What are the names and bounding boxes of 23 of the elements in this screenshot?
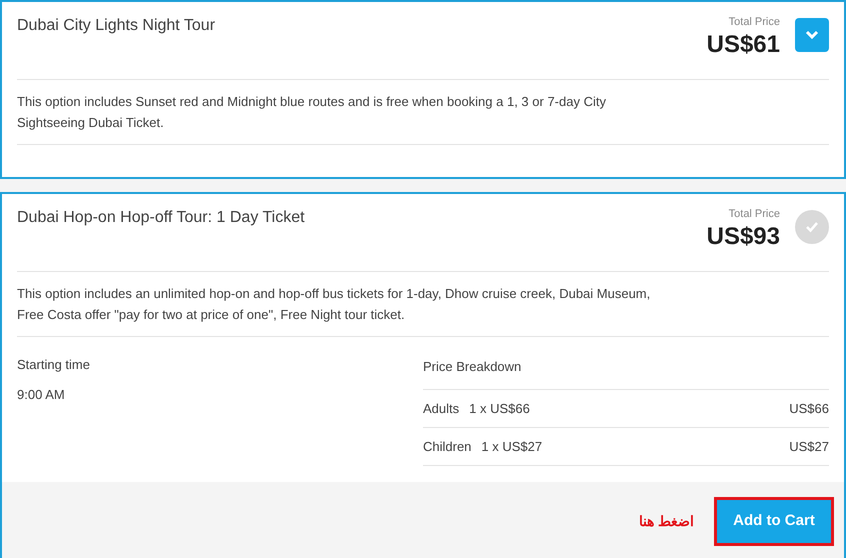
check-button[interactable] bbox=[795, 210, 829, 244]
total-price: US$61 bbox=[706, 30, 780, 58]
expand-button[interactable] bbox=[795, 18, 829, 52]
starting-time-label: Starting time bbox=[17, 356, 91, 374]
price-label: Total Price bbox=[728, 207, 780, 222]
breakdown-title: Price Breakdown bbox=[423, 359, 522, 374]
check-icon bbox=[805, 221, 819, 233]
annotation-text: اضغط هنا bbox=[639, 512, 694, 531]
chevron-down-icon bbox=[805, 30, 819, 40]
add-to-cart-button[interactable]: Add to Cart bbox=[714, 497, 834, 546]
ticket-quantity: 1 x US$27 bbox=[481, 438, 542, 456]
ticket-quantity: 1 x US$66 bbox=[469, 400, 530, 418]
ticket-type: Children bbox=[423, 438, 472, 456]
ticket-type: Adults bbox=[423, 400, 460, 418]
starting-time: 9:00 AM bbox=[17, 386, 66, 404]
line-amount: US$27 bbox=[789, 438, 829, 456]
option-description: This option includes Sunset red and Midnight blue routes and is free when booking a 1, 3 or 7-day City Sightseeing Dubai Ticket. bbox=[17, 93, 607, 132]
line-amount: US$66 bbox=[789, 400, 829, 418]
price-label: Total Price bbox=[728, 15, 780, 30]
option-title: Dubai City Lights Night Tour bbox=[17, 16, 216, 36]
option-description: This option includes an unlimited hop-on and hop-off bus tickets for 1-day, Dhow cruise creek, Dubai Museum, Free Costa offer "pay for two at price of one", Free Night tour ticket. bbox=[17, 285, 652, 324]
option-title: Dubai Hop-on Hop-off Tour: 1 Day Ticket bbox=[17, 208, 305, 228]
total-price: US$93 bbox=[706, 222, 780, 250]
